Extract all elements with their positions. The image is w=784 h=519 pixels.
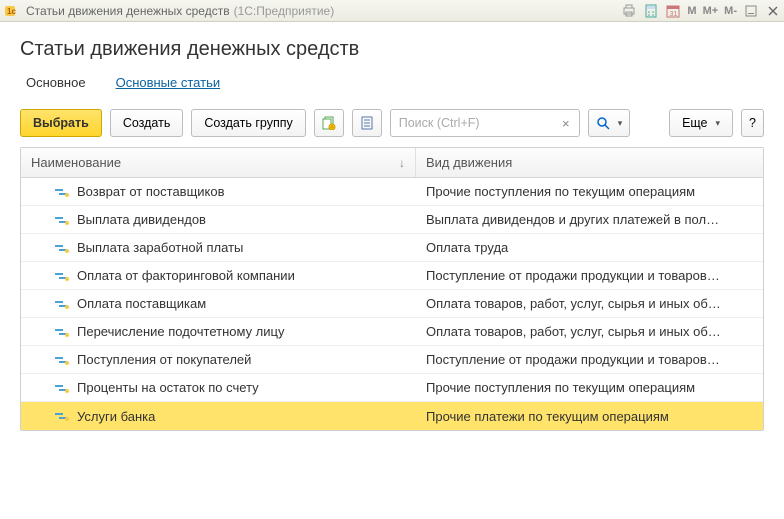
svg-text:1c: 1c bbox=[7, 7, 16, 16]
chevron-down-icon: ▾ bbox=[716, 118, 721, 129]
cell-name: Выплата заработной платы bbox=[21, 240, 416, 255]
cell-name-text: Оплата поставщикам bbox=[77, 296, 206, 311]
create-button[interactable]: Создать bbox=[110, 109, 184, 137]
memory-mminus-button[interactable]: M- bbox=[721, 5, 740, 17]
create-group-button[interactable]: Создать группу bbox=[191, 109, 305, 137]
item-icon bbox=[55, 326, 69, 338]
cell-name: Оплата от факторинговой компании bbox=[21, 268, 416, 283]
app-logo-icon: 1c bbox=[4, 3, 22, 19]
cell-name: Выплата дивидендов bbox=[21, 212, 416, 227]
cell-name: Проценты на остаток по счету bbox=[21, 380, 416, 395]
more-button[interactable]: Еще ▾ bbox=[669, 109, 733, 137]
column-header-type[interactable]: Вид движения bbox=[416, 148, 763, 177]
cell-type: Прочие поступления по текущим операциям bbox=[416, 184, 763, 199]
page-body: Статьи движения денежных средств Основно… bbox=[0, 22, 784, 431]
table-row[interactable]: Проценты на остаток по счету Прочие посту… bbox=[21, 374, 763, 402]
cell-name-text: Проценты на остаток по счету bbox=[77, 380, 259, 395]
tabs: Основное Основные статьи bbox=[20, 71, 764, 95]
window-titlebar: 1c Статьи движения денежных средств (1С:… bbox=[0, 0, 784, 22]
tab-main[interactable]: Основное bbox=[20, 71, 92, 94]
table-body: Возврат от поставщиков Прочие поступления… bbox=[21, 178, 763, 430]
more-button-label: Еще bbox=[682, 116, 707, 130]
item-icon bbox=[55, 214, 69, 226]
item-icon bbox=[55, 186, 69, 198]
item-icon bbox=[55, 242, 69, 254]
cell-name: Оплата поставщикам bbox=[21, 296, 416, 311]
copy-icon-button[interactable] bbox=[314, 109, 344, 137]
sort-indicator-icon: ↓ bbox=[399, 156, 405, 170]
cell-type: Поступление от продажи продукции и товар… bbox=[416, 268, 763, 283]
cell-name: Услуги банка bbox=[21, 409, 416, 424]
cell-name: Перечисление подочтетному лицу bbox=[21, 324, 416, 339]
table-row[interactable]: Выплата дивидендов Выплата дивидендов и д… bbox=[21, 206, 763, 234]
cell-name-text: Перечисление подочтетному лицу bbox=[77, 324, 284, 339]
table-row[interactable]: Услуги банка Прочие платежи по текущим оп… bbox=[21, 402, 763, 430]
item-icon bbox=[55, 354, 69, 366]
item-icon bbox=[55, 382, 69, 394]
select-button[interactable]: Выбрать bbox=[20, 109, 102, 137]
page-title: Статьи движения денежных средств bbox=[20, 38, 764, 61]
cell-type: Прочие платежи по текущим операциям bbox=[416, 409, 763, 424]
calendar-icon[interactable]: 31 bbox=[662, 1, 684, 21]
calculator-icon[interactable] bbox=[640, 1, 662, 21]
print-icon[interactable] bbox=[618, 1, 640, 21]
data-table: Наименование ↓ Вид движения Возврат от п… bbox=[20, 147, 764, 431]
svg-text:31: 31 bbox=[670, 11, 678, 18]
list-icon-button[interactable] bbox=[352, 109, 382, 137]
search-field-wrap: × bbox=[390, 109, 580, 137]
cell-type: Оплата товаров, работ, услуг, сырья и ин… bbox=[416, 324, 763, 339]
item-icon bbox=[55, 270, 69, 282]
memory-m-button[interactable]: M bbox=[684, 5, 699, 17]
table-row[interactable]: Выплата заработной платы Оплата труда bbox=[21, 234, 763, 262]
column-header-name[interactable]: Наименование ↓ bbox=[21, 148, 416, 177]
cell-type: Оплата труда bbox=[416, 240, 763, 255]
memory-mplus-button[interactable]: M+ bbox=[700, 5, 722, 17]
cell-name-text: Поступления от покупателей bbox=[77, 352, 251, 367]
help-button[interactable]: ? bbox=[741, 109, 764, 137]
search-input[interactable] bbox=[390, 109, 580, 137]
cell-name-text: Оплата от факторинговой компании bbox=[77, 268, 295, 283]
search-button[interactable]: ▾ bbox=[588, 109, 631, 137]
window-title: Статьи движения денежных средств bbox=[26, 4, 230, 18]
tab-related[interactable]: Основные статьи bbox=[110, 71, 227, 94]
window-subtitle: (1С:Предприятие) bbox=[234, 4, 335, 18]
column-header-name-label: Наименование bbox=[31, 155, 121, 170]
table-row[interactable]: Оплата поставщикам Оплата товаров, работ,… bbox=[21, 290, 763, 318]
cell-name-text: Возврат от поставщиков bbox=[77, 184, 225, 199]
cell-name: Возврат от поставщиков bbox=[21, 184, 416, 199]
cell-type: Поступление от продажи продукции и товар… bbox=[416, 352, 763, 367]
table-row[interactable]: Оплата от факторинговой компании Поступле… bbox=[21, 262, 763, 290]
cell-type: Прочие поступления по текущим операциям bbox=[416, 380, 763, 395]
item-icon bbox=[55, 298, 69, 310]
table-row[interactable]: Возврат от поставщиков Прочие поступления… bbox=[21, 178, 763, 206]
chevron-down-icon: ▾ bbox=[618, 118, 623, 129]
toolbar: Выбрать Создать Создать группу × ▾ Еще ▾… bbox=[20, 109, 764, 137]
cell-name-text: Выплата заработной платы bbox=[77, 240, 243, 255]
cell-name: Поступления от покупателей bbox=[21, 352, 416, 367]
table-row[interactable]: Поступления от покупателей Поступление от… bbox=[21, 346, 763, 374]
cell-name-text: Выплата дивидендов bbox=[77, 212, 206, 227]
table-header: Наименование ↓ Вид движения bbox=[21, 148, 763, 178]
minimize-button[interactable] bbox=[740, 1, 762, 21]
column-header-type-label: Вид движения bbox=[426, 155, 512, 170]
close-button[interactable] bbox=[762, 1, 784, 21]
cell-name-text: Услуги банка bbox=[77, 409, 155, 424]
table-row[interactable]: Перечисление подочтетному лицу Оплата тов… bbox=[21, 318, 763, 346]
cell-type: Оплата товаров, работ, услуг, сырья и ин… bbox=[416, 296, 763, 311]
item-icon bbox=[55, 410, 69, 422]
search-clear-button[interactable]: × bbox=[556, 113, 576, 133]
cell-type: Выплата дивидендов и других платежей в п… bbox=[416, 212, 763, 227]
